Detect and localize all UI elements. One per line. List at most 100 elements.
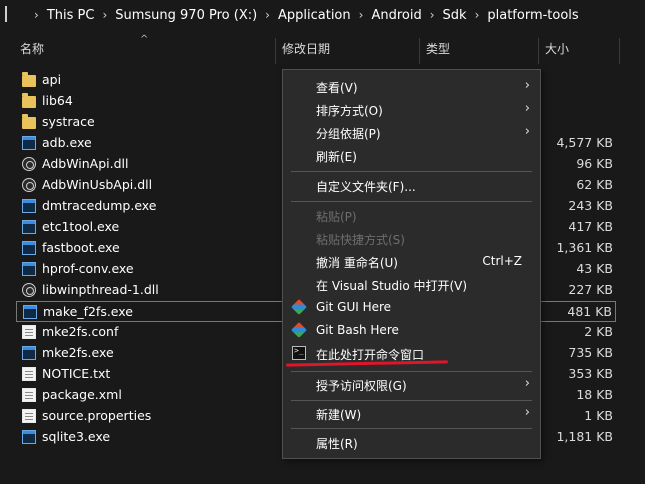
menu-item-label: 排序方式(O) (316, 104, 383, 118)
cmd-icon (292, 346, 306, 360)
breadcrumb-separator: › (102, 8, 108, 22)
file-size: 417 KB (568, 219, 613, 234)
menu-item-git-bash-here[interactable]: Git Bash Here (283, 319, 540, 342)
file-size: 735 KB (568, 345, 613, 360)
menu-item-shortcut: Ctrl+Z (482, 254, 522, 268)
menu-item-paste-shortcut[interactable]: 粘贴快捷方式(S) (283, 227, 540, 250)
menu-item-label: 新建(W) (316, 408, 362, 422)
menu-item-label: Git Bash Here (316, 323, 399, 337)
menu-item-group-by[interactable]: 分组依据(P) › (283, 121, 540, 144)
submenu-arrow-icon: › (524, 78, 530, 93)
file-name: mke2fs.exe (42, 345, 114, 360)
column-divider[interactable] (538, 38, 539, 64)
doc-icon (22, 325, 36, 339)
column-header: ^ 名称 修改日期 类型 大小 (0, 34, 645, 64)
exe-icon (22, 220, 36, 234)
file-size: 1 KB (584, 408, 613, 423)
file-size: 18 KB (576, 387, 613, 402)
breadcrumb-android[interactable]: Android (371, 8, 421, 23)
menu-separator (291, 171, 532, 172)
file-size: 481 KB (567, 304, 612, 319)
file-size: 1,361 KB (556, 240, 613, 255)
menu-item-new[interactable]: 新建(W) › (283, 402, 540, 425)
file-name: NOTICE.txt (42, 366, 111, 381)
column-divider[interactable] (419, 38, 420, 64)
menu-item-view[interactable]: 查看(V) › (283, 75, 540, 98)
breadcrumb-this-pc[interactable]: This PC (47, 8, 95, 23)
folder-icon (22, 72, 36, 87)
file-size: 227 KB (568, 282, 613, 297)
file-name: mke2fs.conf (42, 324, 119, 339)
column-name[interactable]: 名称 (20, 34, 44, 64)
column-divider[interactable] (619, 38, 620, 64)
menu-item-label: 撤消 重命名(U) (316, 256, 398, 270)
menu-item-give-access[interactable]: 授予访问权限(G) › (283, 373, 540, 396)
dll-icon (22, 157, 36, 171)
exe-icon (22, 346, 36, 360)
file-name: etc1tool.exe (42, 219, 120, 234)
exe-icon (22, 241, 36, 255)
file-name: make_f2fs.exe (43, 304, 133, 319)
file-name: lib64 (42, 93, 73, 108)
menu-item-label: 授予访问权限(G) (316, 379, 407, 393)
menu-separator (291, 201, 532, 202)
menu-separator (291, 371, 532, 372)
column-modified[interactable]: 修改日期 (282, 34, 330, 64)
breadcrumb-application[interactable]: Application (278, 8, 351, 23)
menu-item-label: 属性(R) (316, 437, 358, 451)
file-name: sqlite3.exe (42, 429, 111, 444)
breadcrumb-separator: › (474, 8, 480, 22)
file-name: AdbWinApi.dll (42, 156, 129, 171)
git-icon (291, 299, 307, 315)
file-size: 96 KB (576, 156, 613, 171)
file-size: 243 KB (568, 198, 613, 213)
menu-item-refresh[interactable]: 刷新(E) (283, 144, 540, 167)
menu-item-label: 在 Visual Studio 中打开(V) (316, 279, 468, 293)
breadcrumb-platform-tools[interactable]: platform-tools (487, 8, 578, 23)
breadcrumb-drive[interactable]: Sumsung 970 Pro (X:) (115, 8, 257, 23)
menu-item-open-in-visual-studio[interactable]: 在 Visual Studio 中打开(V) (283, 273, 540, 296)
column-divider[interactable] (275, 38, 276, 64)
file-name: AdbWinUsbApi.dll (42, 177, 153, 192)
menu-item-git-gui-here[interactable]: Git GUI Here (283, 296, 540, 319)
menu-separator (291, 400, 532, 401)
file-name: libwinpthread-1.dll (42, 282, 159, 297)
breadcrumb-separator: › (265, 8, 270, 22)
breadcrumb-separator: › (429, 8, 435, 22)
folder-icon (22, 93, 36, 108)
column-size[interactable]: 大小 (545, 34, 569, 64)
exe-icon (23, 305, 37, 319)
menu-item-label: 分组依据(P) (316, 127, 381, 141)
submenu-arrow-icon: › (524, 376, 530, 391)
file-size: 4,577 KB (556, 135, 613, 150)
menu-item-customize-folder[interactable]: 自定义文件夹(F)... (283, 174, 540, 197)
dll-icon (22, 283, 36, 297)
file-name: fastboot.exe (42, 240, 120, 255)
menu-separator (291, 428, 532, 429)
file-size: 1,181 KB (556, 429, 613, 444)
file-name: source.properties (42, 408, 152, 423)
menu-item-undo-rename[interactable]: 撤消 重命名(U) Ctrl+Z (283, 250, 540, 273)
column-type[interactable]: 类型 (426, 34, 450, 64)
breadcrumb-sdk[interactable]: Sdk (443, 8, 467, 23)
breadcrumb-separator: › (34, 8, 39, 22)
submenu-arrow-icon: › (524, 124, 530, 139)
exe-icon (22, 430, 36, 444)
address-bar-icon (5, 6, 17, 22)
sort-ascending-icon: ^ (140, 34, 149, 45)
file-size: 2 KB (584, 324, 613, 339)
doc-icon (22, 409, 36, 423)
doc-icon (22, 367, 36, 381)
menu-item-sort-by[interactable]: 排序方式(O) › (283, 98, 540, 121)
menu-item-paste[interactable]: 粘贴(P) (283, 204, 540, 227)
address-bar[interactable]: › This PC › Sumsung 970 Pro (X:) › Appli… (0, 0, 645, 30)
file-name: package.xml (42, 387, 122, 402)
menu-item-properties[interactable]: 属性(R) (283, 431, 540, 454)
file-name: adb.exe (42, 135, 92, 150)
menu-item-label: 自定义文件夹(F)... (316, 180, 416, 194)
breadcrumb: › This PC › Sumsung 970 Pro (X:) › Appli… (26, 0, 579, 30)
file-size: 43 KB (576, 261, 613, 276)
breadcrumb-separator: › (358, 8, 364, 22)
menu-item-label: Git GUI Here (316, 300, 392, 314)
submenu-arrow-icon: › (524, 405, 530, 420)
